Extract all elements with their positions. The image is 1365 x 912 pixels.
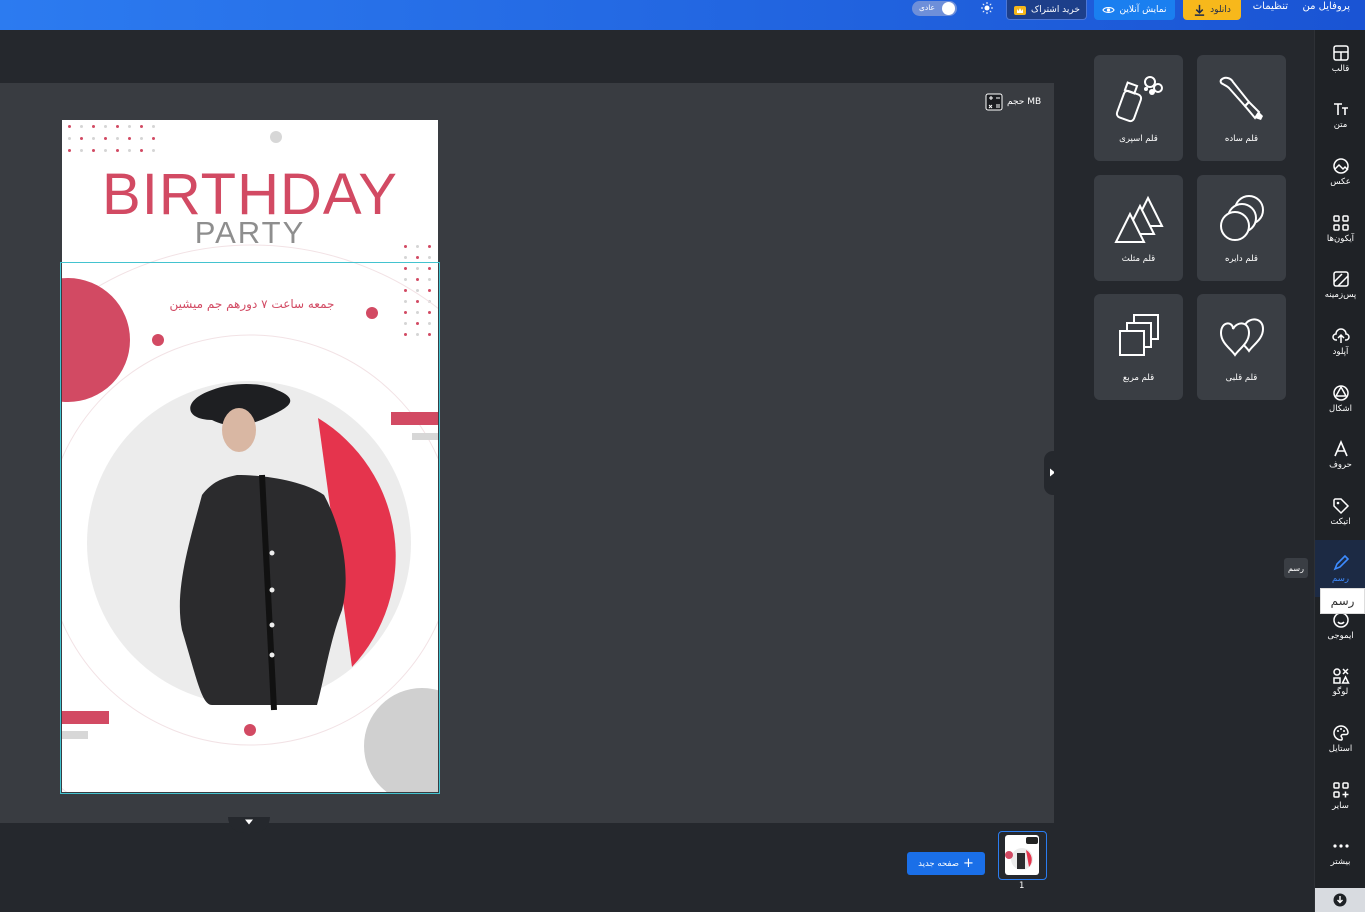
online-preview-label: نمایش آنلاین bbox=[1119, 5, 1167, 15]
page-number: 1 bbox=[1019, 881, 1025, 891]
background-icon bbox=[1332, 271, 1349, 288]
file-size-indicator: حجم MB bbox=[985, 93, 1041, 111]
sidebar-item-label: قالب bbox=[1331, 63, 1350, 74]
sidebar-item-apps[interactable]: سایر bbox=[1315, 767, 1365, 824]
buy-subscription-label: خرید اشتراک bbox=[1031, 4, 1080, 15]
triangles-icon bbox=[1113, 195, 1164, 243]
sidebar-item-label: اتیکت bbox=[1330, 517, 1351, 528]
new-page-button[interactable]: صفحه جدید + bbox=[907, 852, 985, 875]
sidebar-item-label: آیکون‌ها bbox=[1326, 233, 1355, 244]
sidebar-item-label: بیشتر bbox=[1330, 857, 1351, 868]
squares-icon bbox=[1118, 314, 1159, 356]
more-icon bbox=[1332, 844, 1349, 848]
sidebar-tooltip: رسم bbox=[1320, 588, 1365, 614]
sidebar-item-more[interactable]: بیشتر bbox=[1315, 824, 1365, 881]
editor-toolbar bbox=[0, 30, 1054, 83]
sidebar-item-label: پس‌زمینه bbox=[1324, 290, 1357, 301]
sidebar-item-logo[interactable]: لوگو bbox=[1315, 654, 1365, 711]
tool-triangles[interactable]: قلم مثلث bbox=[1094, 175, 1183, 281]
tool-circles[interactable]: قلم دایره bbox=[1197, 175, 1286, 281]
spray-icon bbox=[1115, 76, 1163, 123]
tool-spray-label: قلم اسپری bbox=[1119, 134, 1158, 144]
pages-bar: صفحه جدید + 1 bbox=[0, 817, 1054, 912]
collapse-pages-button[interactable] bbox=[228, 817, 270, 833]
circles-icon bbox=[1219, 195, 1264, 241]
sidebar-item-label: اشکال bbox=[1329, 403, 1352, 414]
sidebar-item-palette[interactable]: استایل bbox=[1315, 710, 1365, 767]
crown-icon bbox=[1014, 5, 1027, 15]
design-event-text: جمعه ساعت ۷ دورهم جم میشین bbox=[169, 297, 335, 311]
font-icon bbox=[1333, 440, 1348, 457]
tool-hearts[interactable]: قلم قلبی bbox=[1197, 294, 1286, 400]
drawing-tools-panel: قلم ساده قلم اسپری قلم دایره قلم مثلث قل… bbox=[1054, 30, 1314, 912]
hearts-icon bbox=[1219, 318, 1264, 357]
sidebar-item-label: آپلود bbox=[1332, 347, 1349, 357]
tag-icon bbox=[1332, 498, 1349, 515]
sidebar-item-background[interactable]: پس‌زمینه bbox=[1315, 257, 1365, 314]
sidebar-item-font[interactable]: حروف bbox=[1315, 427, 1365, 484]
sidebar-footer bbox=[1315, 888, 1365, 912]
sidebar-item-label: حروف bbox=[1329, 460, 1352, 471]
sidebar-item-shapes[interactable]: اشکال bbox=[1315, 370, 1365, 427]
toggle-label: عادی bbox=[919, 3, 935, 12]
sun-icon[interactable] bbox=[981, 2, 993, 14]
apps-icon bbox=[1332, 781, 1349, 798]
tool-spray[interactable]: قلم اسپری bbox=[1094, 55, 1183, 161]
pen-icon bbox=[1333, 554, 1349, 571]
theme-toggle[interactable]: عادی bbox=[912, 1, 957, 16]
palette-icon bbox=[1332, 725, 1349, 741]
active-tool-badge: رسم bbox=[1284, 558, 1308, 578]
buy-subscription-button[interactable]: خرید اشتراک bbox=[1006, 0, 1087, 20]
design-shapes bbox=[62, 244, 438, 792]
image-icon bbox=[1332, 158, 1349, 174]
tool-hearts-label: قلم قلبی bbox=[1225, 373, 1258, 383]
sidebar-item-label: لوگو bbox=[1332, 687, 1349, 698]
sidebar-item-label: عکس bbox=[1330, 176, 1351, 187]
page-thumbnail[interactable] bbox=[998, 831, 1047, 880]
online-preview-button[interactable]: نمایش آنلاین bbox=[1094, 0, 1175, 20]
tool-brush-label: قلم ساده bbox=[1224, 134, 1259, 144]
chevron-down-icon bbox=[245, 819, 253, 825]
sidebar-item-upload[interactable]: آپلود bbox=[1315, 314, 1365, 371]
tool-brush[interactable]: قلم ساده bbox=[1197, 55, 1286, 161]
thumbnail-preview bbox=[1005, 835, 1039, 875]
main-sidebar: قالب متن عکس آیکون‌ها پس‌زمینه آپلود اشکال حروف… bbox=[1314, 30, 1365, 912]
plus-icon: + bbox=[962, 856, 974, 871]
download-icon bbox=[1195, 4, 1205, 16]
sidebar-item-tag[interactable]: اتیکت bbox=[1315, 484, 1365, 541]
tool-triangles-label: قلم مثلث bbox=[1121, 254, 1156, 264]
new-page-label: صفحه جدید bbox=[918, 858, 959, 869]
shapes-icon bbox=[1332, 384, 1349, 401]
logo-icon bbox=[1332, 668, 1350, 684]
tool-squares[interactable]: قلم مربع bbox=[1094, 294, 1183, 400]
template-icon bbox=[1332, 44, 1349, 61]
tool-circles-label: قلم دایره bbox=[1225, 254, 1258, 264]
tool-squares-label: قلم مربع bbox=[1122, 373, 1155, 383]
sidebar-item-text[interactable]: متن bbox=[1315, 87, 1365, 144]
sidebar-item-image[interactable]: عکس bbox=[1315, 143, 1365, 200]
eye-icon bbox=[1102, 7, 1116, 13]
toggle-knob bbox=[942, 2, 955, 15]
sidebar-item-grid[interactable]: آیکون‌ها bbox=[1315, 200, 1365, 257]
size-label: حجم MB bbox=[1007, 97, 1042, 107]
sidebar-item-label: رسم bbox=[1332, 573, 1349, 584]
sidebar-item-label: متن bbox=[1333, 120, 1348, 131]
settings-link[interactable]: تنظیمات bbox=[1253, 0, 1288, 24]
text-icon bbox=[1333, 103, 1348, 116]
download-label: دانلود bbox=[1210, 5, 1231, 15]
top-bar: پروفایل من تنظیمات دانلود نمایش آنلاین خ… bbox=[0, 0, 1365, 30]
download-button[interactable]: دانلود bbox=[1183, 0, 1241, 20]
sidebar-item-label: استایل bbox=[1328, 743, 1353, 754]
brush-icon bbox=[1219, 76, 1263, 120]
grid-icon bbox=[1332, 214, 1349, 231]
sidebar-item-label: ایموجی bbox=[1327, 630, 1354, 641]
design-page[interactable]: BIRTHDAY PARTY جمعه ساعت ۷ دورهم جم میشی… bbox=[62, 120, 438, 792]
calculator-icon bbox=[985, 93, 1003, 111]
profile-link[interactable]: پروفایل من bbox=[1303, 0, 1350, 24]
upload-icon bbox=[1331, 328, 1350, 343]
sidebar-item-label: سایر bbox=[1332, 800, 1349, 811]
sidebar-item-template[interactable]: قالب bbox=[1315, 30, 1365, 87]
scroll-down-icon[interactable] bbox=[1333, 893, 1347, 907]
